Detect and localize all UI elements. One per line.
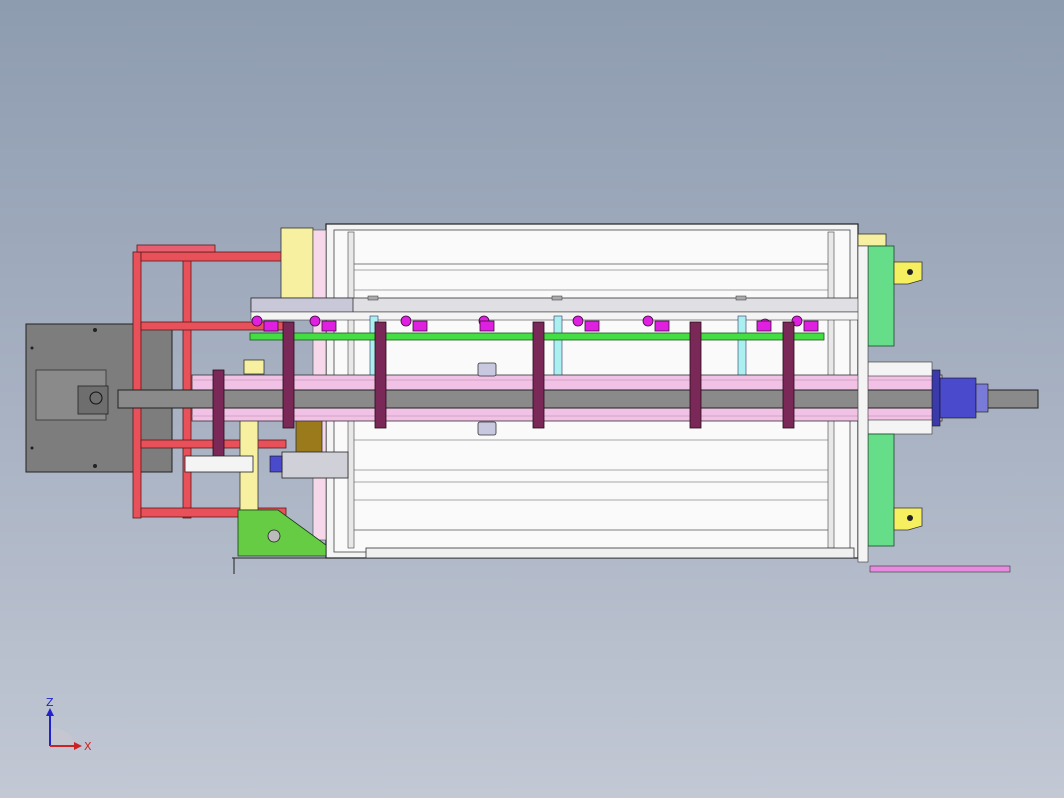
z-axis-label: Z [46, 698, 54, 709]
bottom-pink-strip [869, 565, 1011, 573]
motor-bracket [184, 451, 349, 479]
triad-corner-shade [50, 728, 76, 746]
cad-viewport[interactable]: Z X [0, 0, 1064, 798]
x-axis-arrow [74, 742, 82, 750]
z-axis-arrow [46, 708, 54, 716]
main-shaft [117, 389, 1039, 409]
axis-triad: Z X [46, 698, 92, 753]
x-axis-label: X [84, 740, 92, 753]
machine-model-drawing[interactable] [0, 0, 1064, 798]
